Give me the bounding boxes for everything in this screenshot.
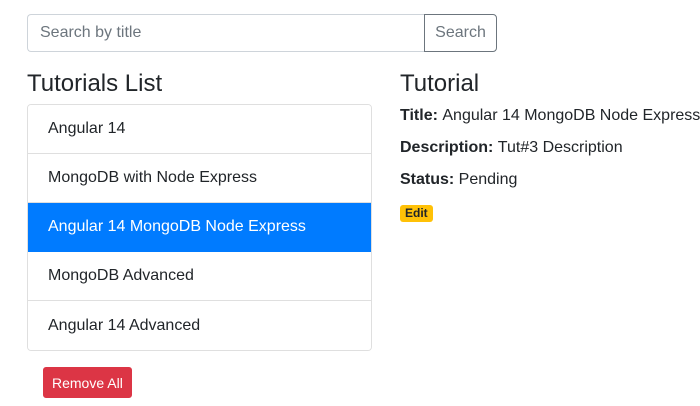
search-button[interactable]: Search — [424, 14, 497, 52]
detail-description-row: Description: Tut#3 Description — [400, 139, 623, 157]
tutorials-list-heading: Tutorials List — [27, 70, 163, 97]
status-label: Status: — [400, 171, 459, 188]
tutorial-detail-heading: Tutorial — [400, 70, 480, 97]
edit-button[interactable]: Edit — [400, 205, 433, 222]
description-value: Tut#3 Description — [497, 139, 623, 156]
status-value: Pending — [458, 171, 518, 188]
tutorials-list: Angular 14 MongoDB with Node Express Ang… — [27, 104, 372, 351]
page: Search Tutorials List Angular 14 MongoDB… — [0, 0, 700, 406]
search-input[interactable] — [27, 14, 424, 52]
detail-status-row: Status: Pending — [400, 171, 517, 189]
remove-all-button[interactable]: Remove All — [43, 367, 132, 398]
title-value: Angular 14 MongoDB Node Express — [442, 107, 700, 124]
search-bar: Search — [27, 14, 497, 52]
detail-title-row: Title: Angular 14 MongoDB Node Express — [400, 107, 700, 125]
list-item[interactable]: MongoDB with Node Express — [28, 154, 371, 203]
list-item[interactable]: Angular 14 — [28, 105, 371, 154]
description-label: Description: — [400, 139, 498, 156]
title-label: Title: — [400, 107, 443, 124]
list-item[interactable]: Angular 14 Advanced — [28, 301, 371, 350]
list-item-active[interactable]: Angular 14 MongoDB Node Express — [28, 203, 371, 252]
list-item[interactable]: MongoDB Advanced — [28, 252, 371, 301]
